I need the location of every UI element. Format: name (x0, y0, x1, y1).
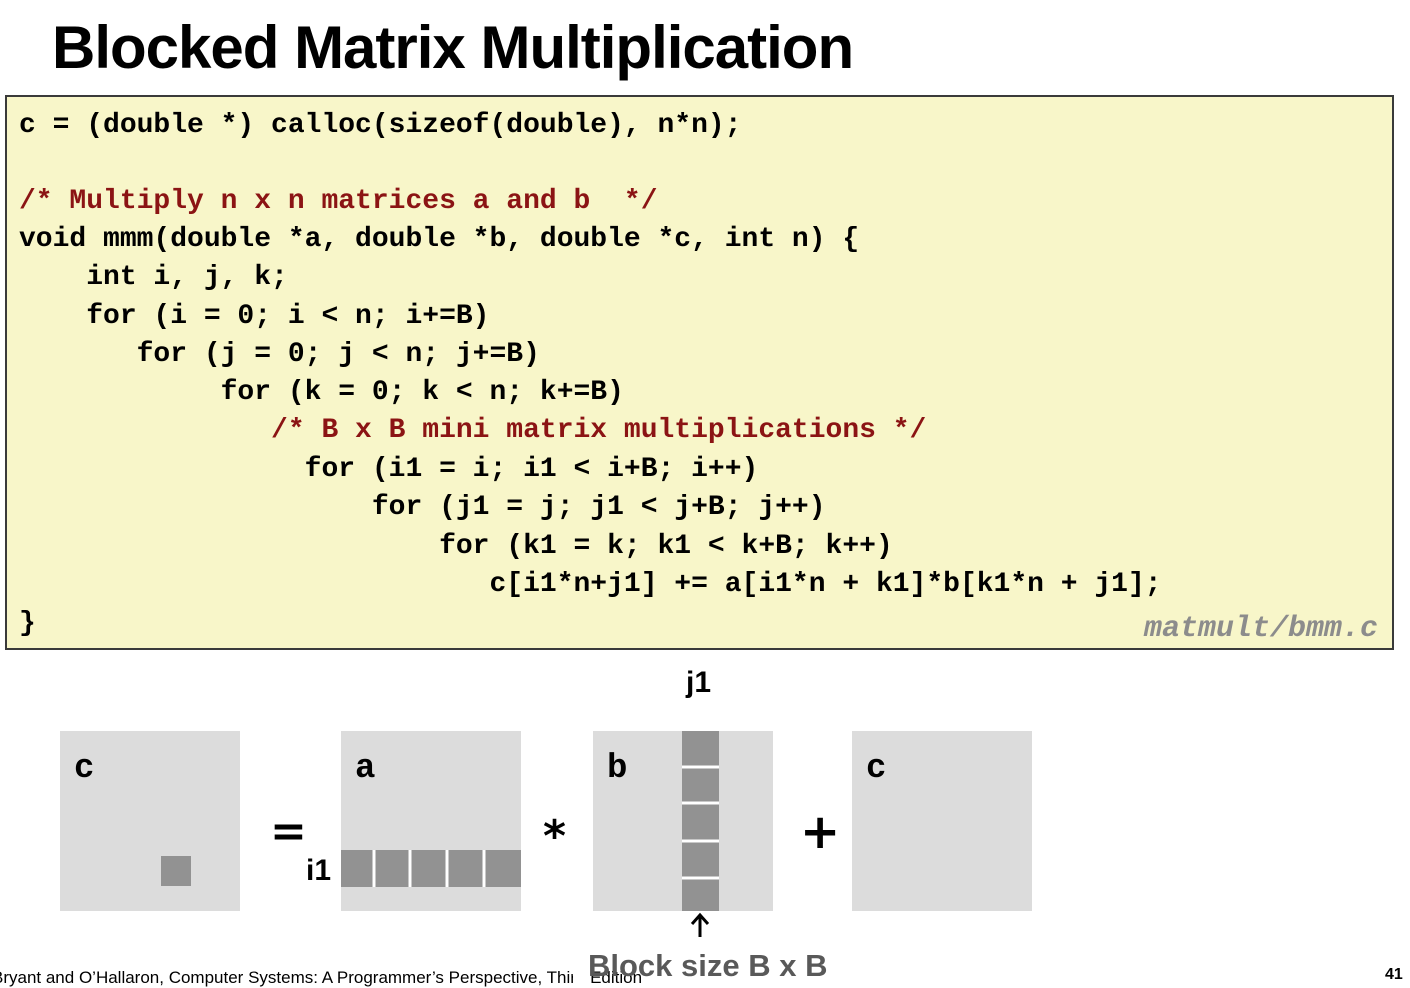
multiply-sign: * (543, 811, 567, 862)
arrow-up-icon (690, 912, 710, 937)
code-line: c = (double *) calloc(sizeof(double), n*… (19, 110, 742, 141)
code-line: for (i = 0; i < n; i+=B) (19, 301, 490, 332)
code-line: for (i1 = i; i1 < i+B; i++) (19, 454, 759, 485)
result-block (161, 856, 191, 886)
slide-title: Blocked Matrix Multiplication (52, 14, 854, 81)
code-line: void mmm(double *a, double *b, double *c… (19, 224, 860, 255)
code-line: for (k = 0; k < n; k+=B) (19, 377, 624, 408)
code-line: c[i1*n+j1] += a[i1*n + k1]*b[k1*n + j1]; (19, 569, 1162, 600)
row-index-label: i1 (306, 854, 332, 887)
footer-mask (573, 960, 585, 987)
code-comment: /* B x B mini matrix multiplications */ (19, 415, 927, 446)
matrix-label: a (355, 750, 376, 788)
code-line: } (19, 608, 36, 639)
row-block-strip (341, 850, 521, 887)
matrix-label: c (74, 750, 95, 788)
footer-citation: Bryant and O’Hallaron, Computer Systems:… (0, 968, 643, 987)
code-block: c = (double *) calloc(sizeof(double), n*… (5, 95, 1394, 650)
column-block-strip (682, 731, 719, 911)
source-filename: matmult/bmm.c (1143, 612, 1378, 646)
code-line: for (j1 = j; j1 < j+B; j++) (19, 492, 826, 523)
code-line: for (k1 = k; k1 < k+B; k++) (19, 531, 893, 562)
matrix-label: c (866, 750, 887, 788)
matrix-b: b (593, 731, 773, 911)
code-line: int i, j, k; (19, 262, 288, 293)
matrix-c-result: c (60, 731, 240, 911)
matrix-label: b (607, 750, 628, 788)
page-number: 41 (1385, 966, 1403, 983)
block-size-label: Block size B x B (588, 948, 828, 983)
code-line: for (j = 0; j < n; j+=B) (19, 339, 540, 370)
col-index-label: j1 (686, 666, 712, 699)
equals-sign: = (270, 806, 307, 857)
code-comment: /* Multiply n x n matrices a and b */ (19, 186, 658, 217)
matrix-c-accumulate: c (852, 731, 1032, 911)
plus-sign: + (800, 804, 841, 860)
matrix-a: a (341, 731, 521, 911)
